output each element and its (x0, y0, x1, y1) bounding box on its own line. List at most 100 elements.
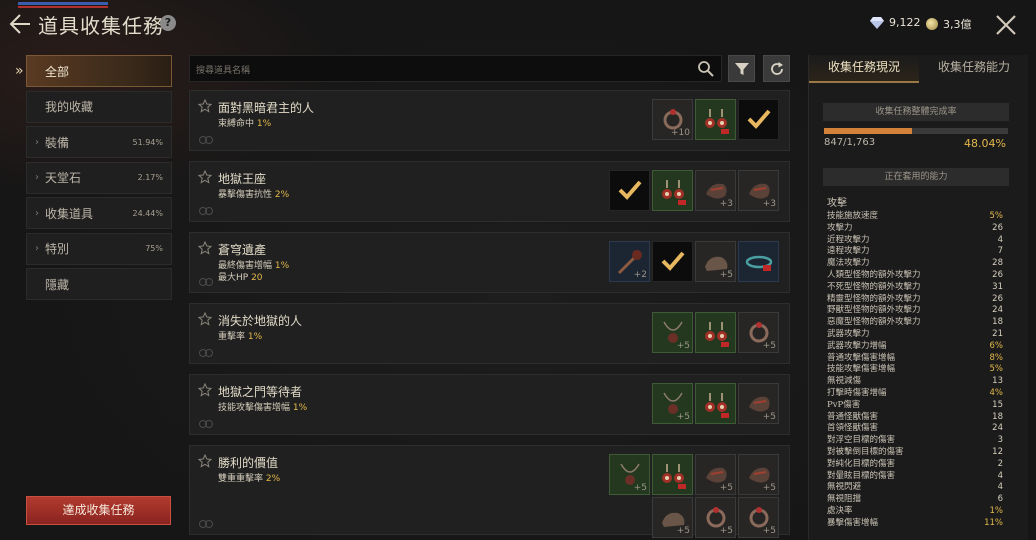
ability-stat-row: 無視減傷 13 (827, 376, 1003, 388)
favorite-star-icon[interactable] (198, 454, 212, 468)
sidebar-item[interactable]: » 全部 (15, 55, 172, 87)
sidebar-item[interactable]: › 天堂石 2.17% (26, 161, 172, 194)
quest-name: 面對黑暗君主的人 (218, 101, 315, 115)
item-slot[interactable]: +10 (652, 99, 693, 140)
help-icon[interactable]: ? (160, 15, 176, 31)
sidebar-item-percent: 24.44% (132, 208, 163, 218)
ability-stat-value: 5% (989, 211, 1004, 221)
search-input[interactable]: 搜尋道具名稱 (189, 55, 722, 82)
ability-stat-row: 魔法攻擊力 28 (827, 258, 1003, 270)
sidebar-item[interactable]: 隱藏 (26, 268, 172, 300)
item-slot[interactable]: +5 (609, 454, 650, 495)
ability-stat-label: 惡魔型怪物的額外攻擊力 (827, 317, 921, 328)
link-icon (199, 278, 213, 286)
ability-stat-row: 對浮空目標的傷害 3 (827, 435, 1003, 447)
item-slot[interactable]: +5 (652, 383, 693, 424)
item-slot[interactable]: +5 (738, 454, 779, 495)
collected-check-icon (747, 109, 771, 129)
quest-row[interactable]: 面對黑暗君主的人束縛命中 1% +10 (189, 90, 790, 151)
complete-collection-button[interactable]: 達成收集任務 (26, 496, 171, 525)
quest-stat-value: 1% (292, 403, 308, 413)
item-slot[interactable]: +5 (695, 497, 736, 538)
ability-stat-value: 28 (992, 258, 1003, 269)
item-slot[interactable]: +5 (695, 241, 736, 282)
ability-stat-label: 對暈眩目標的傷害 (827, 470, 896, 481)
ability-stat-value: 4 (997, 234, 1003, 245)
favorite-star-icon[interactable] (198, 312, 212, 326)
item-earring-icon (705, 322, 729, 347)
item-slot[interactable] (695, 383, 736, 424)
refresh-button[interactable] (763, 55, 790, 82)
item-belt-icon (745, 255, 773, 271)
item-slot[interactable] (695, 312, 736, 353)
sidebar-item[interactable]: 我的收藏 (26, 90, 172, 123)
ability-stat-value: 4 (997, 470, 1003, 481)
ability-stat-value: 26 (992, 269, 1003, 280)
diamond-icon (870, 16, 884, 29)
ability-stat-row: 暴擊傷害增幅 11% (827, 518, 1003, 530)
item-enhance-level: +5 (762, 483, 776, 493)
item-slot[interactable] (695, 99, 736, 140)
quest-row[interactable]: 勝利的價值 雙重重擊率 2% +5 +5 +5 +5 +5 +5 (189, 445, 790, 538)
item-slot[interactable] (652, 241, 693, 282)
item-slot[interactable]: +3 (738, 170, 779, 211)
sidebar-item-percent: 75% (145, 244, 163, 253)
chevron-right-icon: › (35, 243, 39, 254)
item-slot[interactable]: +5 (738, 312, 779, 353)
tab-collection-status[interactable]: 收集任務現況 (809, 55, 919, 83)
ability-stat-value: 3 (997, 435, 1003, 446)
quest-reward-stat: 技能攻擊傷害增幅 1% (218, 400, 307, 413)
sidebar-item[interactable]: › 收集道具 24.44% (26, 197, 172, 229)
filter-button[interactable] (728, 55, 755, 82)
chevron-right-icon: › (35, 172, 39, 183)
active-abilities-label: 正在套用的能力 (823, 168, 1009, 186)
ability-stat-value: 21 (992, 328, 1003, 339)
ability-stat-label: 對純化目標的傷害 (827, 458, 896, 469)
item-slot[interactable]: +2 (609, 241, 650, 282)
ability-stat-row: 普通怪獸傷害 18 (827, 412, 1003, 424)
item-slot[interactable] (652, 170, 693, 211)
quest-stat-label: 暴擊傷害抗性 (218, 190, 273, 200)
back-arrow-icon[interactable] (6, 10, 34, 38)
close-icon[interactable] (994, 13, 1018, 37)
ability-stat-value: 24 (992, 305, 1003, 316)
item-slot[interactable]: +5 (738, 383, 779, 424)
item-slot[interactable] (738, 241, 779, 282)
item-slot[interactable]: +5 (738, 497, 779, 538)
item-slot[interactable] (609, 170, 650, 211)
favorite-star-icon[interactable] (198, 170, 212, 184)
ability-stat-label: 不死型怪物的額外攻擊力 (827, 281, 921, 292)
item-earring-icon (705, 393, 729, 418)
item-slot[interactable]: +5 (652, 312, 693, 353)
quest-row[interactable]: 消失於地獄的人 重擊率 1% +5 +5 (189, 303, 790, 364)
quest-row[interactable]: 地獄之門等待者 技能攻擊傷害增幅 1% +5 +5 (189, 374, 790, 435)
favorite-star-icon[interactable] (198, 383, 212, 397)
ability-stat-row: 武器攻擊力增幅 6% (827, 341, 1003, 353)
ability-stat-value: 13 (992, 376, 1003, 387)
sidebar-item[interactable]: › 特別 75% (26, 232, 172, 265)
item-slot[interactable]: +3 (695, 170, 736, 211)
item-slot[interactable]: +5 (652, 497, 693, 538)
ability-stat-value: 26 (992, 293, 1003, 304)
quest-row[interactable]: 蒼穹遺產 最終傷害增幅 1% 最大HP 20 +2 +5 (189, 232, 790, 293)
ability-stat-value: 2 (997, 458, 1003, 469)
ability-stat-label: 野獸型怪物的額外攻擊力 (827, 305, 921, 316)
ability-stat-value: 31 (992, 281, 1003, 292)
quest-stat-value: 1% (256, 119, 272, 129)
search-icon[interactable] (697, 60, 715, 78)
quest-reward-stat: 雙重重擊率 2% (218, 471, 280, 484)
quest-stat-label: 束縛命中 (218, 119, 255, 129)
tab-collection-ability[interactable]: 收集任務能力 (919, 55, 1029, 83)
item-slot[interactable] (652, 454, 693, 495)
ability-stat-label: 魔法攻擊力 (827, 258, 870, 269)
attack-section-title: 攻擊 (827, 198, 847, 209)
sidebar-item[interactable]: › 裝備 51.94% (26, 126, 172, 158)
favorite-star-icon[interactable] (198, 241, 212, 255)
quest-name: 勝利的價值 (218, 456, 279, 470)
ability-stat-row: 精靈型怪物的額外攻擊力 26 (827, 294, 1003, 306)
favorite-star-icon[interactable] (198, 99, 212, 113)
item-slot[interactable] (738, 99, 779, 140)
quest-row[interactable]: 地獄王座 暴擊傷害抗性 2% +3 +3 (189, 161, 790, 222)
completion-progress-fill (824, 128, 913, 134)
item-slot[interactable]: +5 (695, 454, 736, 495)
